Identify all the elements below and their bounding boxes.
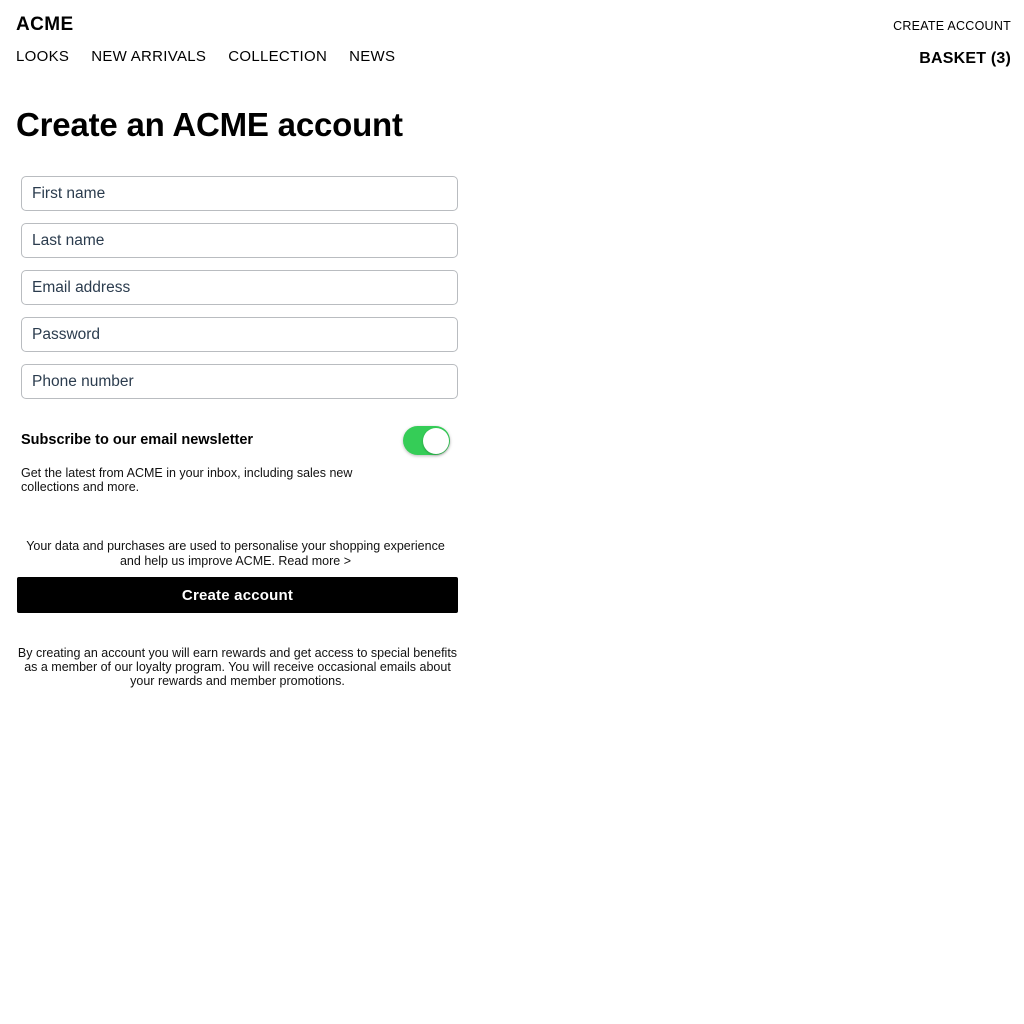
site-header: ACME LOOKS NEW ARRIVALS COLLECTION NEWS … <box>0 0 1024 80</box>
signup-form <box>21 176 458 399</box>
page-title: Create an ACME account <box>16 106 403 143</box>
newsletter-section: Subscribe to our email newsletter Get th… <box>21 426 458 494</box>
create-account-link[interactable]: CREATE ACCOUNT <box>893 18 1011 34</box>
basket-link[interactable]: BASKET (3) <box>893 49 1011 69</box>
nav-item-looks[interactable]: LOOKS <box>16 47 69 67</box>
newsletter-toggle-switch[interactable] <box>403 426 450 455</box>
password-input[interactable] <box>21 317 458 352</box>
toggle-knob <box>422 427 449 454</box>
create-account-button[interactable]: Create account <box>17 577 458 613</box>
header-utility-links: CREATE ACCOUNT BASKET (3) <box>893 18 1011 69</box>
nav-item-news[interactable]: NEWS <box>349 47 395 67</box>
newsletter-description: Get the latest from ACME in your inbox, … <box>21 466 353 494</box>
nav-item-collection[interactable]: COLLECTION <box>228 47 327 67</box>
first-name-input[interactable] <box>21 176 458 211</box>
phone-number-input[interactable] <box>21 364 458 399</box>
nav-item-new-arrivals[interactable]: NEW ARRIVALS <box>91 47 206 67</box>
email-address-input[interactable] <box>21 270 458 305</box>
privacy-note: Your data and purchases are used to pers… <box>26 538 445 568</box>
brand-logo[interactable]: ACME <box>16 14 74 36</box>
rewards-disclaimer: By creating an account you will earn rew… <box>17 645 458 688</box>
newsletter-label: Subscribe to our email newsletter <box>21 432 254 448</box>
page-root: ACME LOOKS NEW ARRIVALS COLLECTION NEWS … <box>0 0 1024 1024</box>
main-navigation: LOOKS NEW ARRIVALS COLLECTION NEWS <box>16 47 395 67</box>
last-name-input[interactable] <box>21 223 458 258</box>
newsletter-toggle-row: Subscribe to our email newsletter <box>21 426 458 459</box>
